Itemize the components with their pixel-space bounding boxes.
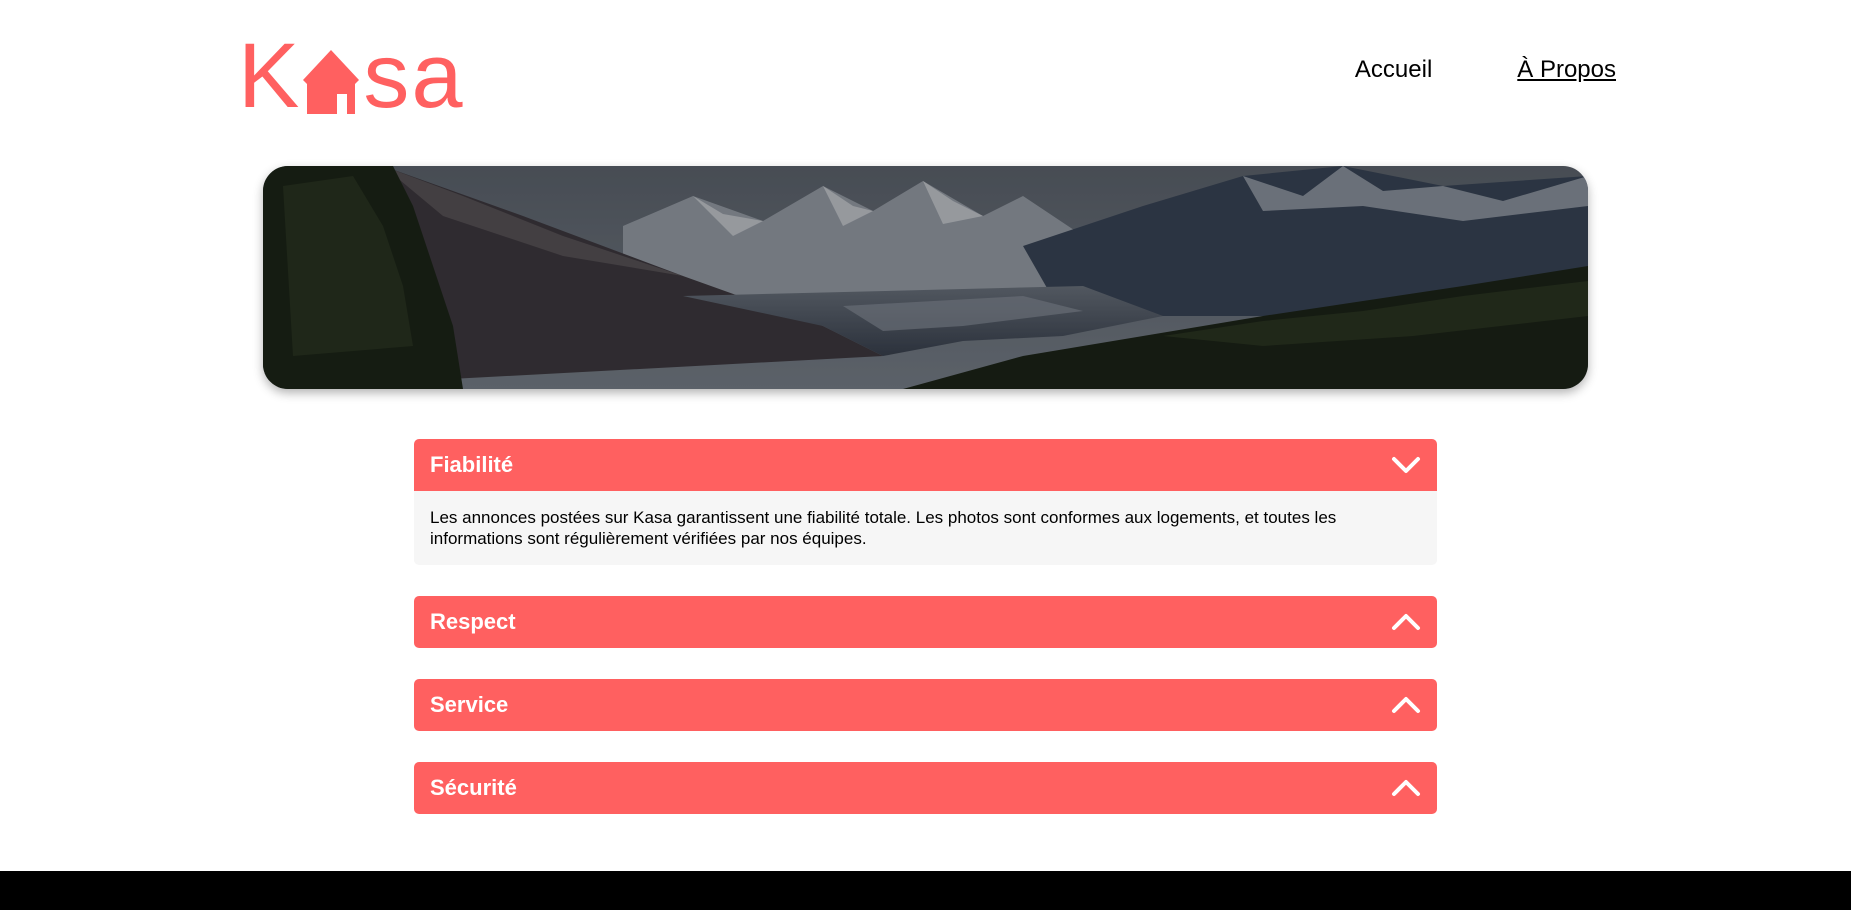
footer [0,871,1851,910]
collapse-securite: Sécurité [414,762,1437,814]
collapse-title: Respect [430,609,516,634]
collapse-header[interactable]: Service [414,679,1437,731]
header: K sa Accueil À Propos [0,0,1851,150]
collapse-title: Service [430,692,509,717]
logo-letter-k: K [238,25,302,127]
collapse-header[interactable]: Sécurité [414,762,1437,814]
logo-text-sa: sa [363,25,465,127]
chevron-down-icon[interactable] [1391,456,1421,474]
about-page: K sa Accueil À Propos Fiabilité Les anno… [0,0,1851,910]
values-collapses: Fiabilité Les annonces postées sur Kasa … [414,439,1437,845]
house-icon [303,50,360,114]
chevron-up-icon[interactable] [1391,696,1421,714]
collapse-respect: Respect [414,596,1437,648]
chevron-up-icon[interactable] [1391,613,1421,631]
collapse-header[interactable]: Respect [414,596,1437,648]
banner-image [263,166,1588,389]
collapse-title: Sécurité [430,775,517,800]
collapse-fiabilite: Fiabilité Les annonces postées sur Kasa … [414,439,1437,565]
chevron-up-icon[interactable] [1391,779,1421,797]
collapse-service: Service [414,679,1437,731]
nav-about-link[interactable]: À Propos [1517,56,1616,84]
collapse-header[interactable]: Fiabilité [414,439,1437,491]
collapse-content: Les annonces postées sur Kasa garantisse… [414,491,1437,565]
main-nav: Accueil À Propos [1355,56,1616,84]
kasa-logo[interactable]: K sa [238,25,465,127]
nav-home-link[interactable]: Accueil [1355,56,1432,84]
collapse-title: Fiabilité [430,452,514,477]
